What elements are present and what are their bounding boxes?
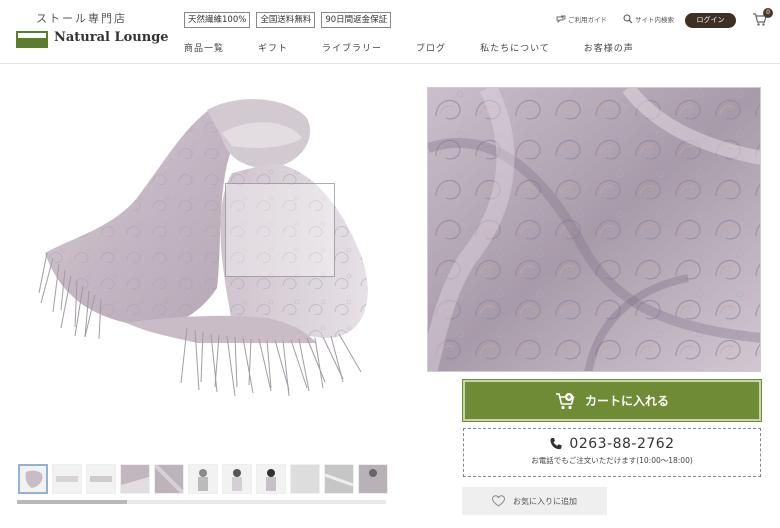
logo-mark[interactable] bbox=[16, 31, 48, 48]
nav-item-reviews[interactable]: お客様の声 bbox=[584, 41, 634, 54]
thumbnail[interactable] bbox=[120, 464, 150, 494]
nav-item-products[interactable]: 商品一覧 bbox=[184, 41, 224, 54]
site-header: ストール専門店 Natural Lounge 天然繊維100% 全国送料無料 9… bbox=[0, 0, 780, 64]
search-label: サイト内検索 bbox=[635, 16, 674, 24]
phone-icon bbox=[550, 438, 562, 450]
login-button[interactable]: ログイン bbox=[685, 13, 736, 28]
thumbnail[interactable] bbox=[18, 464, 48, 494]
phone-number-row[interactable]: 0263-88-2762 bbox=[464, 436, 760, 452]
favorite-label: お気に入りに追加 bbox=[513, 496, 577, 506]
phone-number: 0263-88-2762 bbox=[569, 436, 675, 452]
badge-refund-guarantee: 90日間返金保証 bbox=[321, 12, 392, 28]
thumbnail[interactable] bbox=[290, 464, 320, 494]
thumbnail[interactable] bbox=[86, 464, 116, 494]
guide-label: ご利用ガイド bbox=[568, 16, 607, 24]
nav-item-blog[interactable]: ブログ bbox=[416, 41, 446, 54]
scrollbar-thumb[interactable] bbox=[17, 500, 127, 504]
cart-count-badge: 0 bbox=[763, 8, 773, 18]
search-icon bbox=[623, 14, 633, 24]
add-to-favorites-button[interactable]: お気に入りに追加 bbox=[462, 487, 607, 515]
guide-link[interactable]: ご利用ガイド bbox=[556, 14, 607, 24]
thumbnail[interactable] bbox=[256, 464, 286, 494]
heart-icon bbox=[492, 495, 505, 507]
thumbnail[interactable] bbox=[52, 464, 82, 494]
thumbnail[interactable] bbox=[188, 464, 218, 494]
nav-item-gift[interactable]: ギフト bbox=[258, 41, 288, 54]
cart-icon bbox=[555, 392, 575, 409]
phone-order-box: 0263-88-2762 お電話でもご注文いただけます(10:00～18:00) bbox=[463, 428, 761, 477]
main-nav: 商品一覧 ギフト ライブラリー ブログ 私たちについて お客様の声 bbox=[184, 41, 668, 54]
thumbnail-scrollbar[interactable] bbox=[17, 500, 386, 504]
thumbnail[interactable] bbox=[324, 464, 354, 494]
thumbnail-strip bbox=[18, 464, 388, 494]
badge-free-shipping: 全国送料無料 bbox=[256, 12, 316, 28]
thumbnail[interactable] bbox=[358, 464, 388, 494]
phone-order-note: お電話でもご注文いただけます(10:00～18:00) bbox=[531, 456, 693, 465]
feature-badges: 天然繊維100% 全国送料無料 90日間返金保証 bbox=[184, 12, 392, 28]
thumbnail[interactable] bbox=[154, 464, 184, 494]
add-to-cart-button[interactable]: カートに入れる bbox=[462, 379, 762, 422]
logo-text[interactable]: Natural Lounge bbox=[54, 30, 169, 45]
badge-natural-fiber: 天然繊維100% bbox=[184, 12, 251, 28]
add-to-cart-label: カートに入れる bbox=[584, 394, 669, 408]
nav-item-about[interactable]: 私たちについて bbox=[480, 41, 550, 54]
fabric-closeup-image bbox=[428, 88, 760, 371]
guide-icon bbox=[556, 15, 566, 23]
thumbnail[interactable] bbox=[222, 464, 252, 494]
detail-zoom-image bbox=[427, 87, 761, 372]
site-search-link[interactable]: サイト内検索 bbox=[623, 14, 674, 24]
nav-item-library[interactable]: ライブラリー bbox=[322, 41, 382, 54]
logo-subtitle: ストール専門店 bbox=[36, 12, 127, 25]
zoom-lens[interactable] bbox=[225, 183, 335, 277]
